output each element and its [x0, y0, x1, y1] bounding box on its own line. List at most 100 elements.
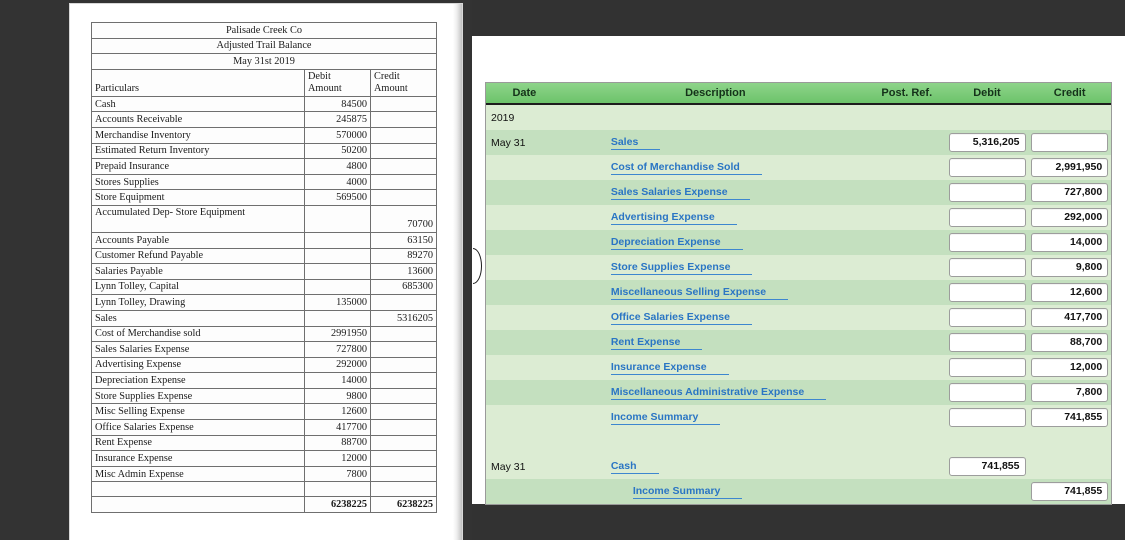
debit-input[interactable]	[948, 258, 1026, 277]
journal-row: Store Supplies Expense 9,800	[486, 255, 1111, 280]
doc-row-debit: 570000	[304, 126, 371, 144]
doc-column-header-row: Particulars Debit Amount Credit Amount	[91, 68, 437, 97]
doc-row-credit	[370, 387, 437, 405]
doc-table-row: Sales Salaries Expense 727800	[91, 341, 437, 358]
doc-row-debit: 9800	[304, 387, 371, 405]
credit-input[interactable]: 14,000	[1031, 233, 1109, 252]
credit-input[interactable]: 741,855	[1031, 482, 1109, 501]
doc-row-particulars: Sales Salaries Expense	[91, 341, 305, 358]
credit-input[interactable]: 7,800	[1031, 383, 1109, 402]
account-link[interactable]: Miscellaneous Administrative Expense	[610, 386, 827, 400]
account-link[interactable]: Income Summary	[632, 485, 743, 499]
credit-input[interactable]: 88,700	[1031, 333, 1109, 352]
credit-empty-cell	[1031, 457, 1108, 476]
journal-cell-description: Cost of Merchandise Sold	[563, 155, 868, 180]
doc-row-particulars: Accounts Payable	[91, 231, 305, 249]
debit-input[interactable]	[948, 233, 1026, 252]
doc-table-row: Customer Refund Payable 89270	[91, 247, 437, 265]
journal-row: Cost of Merchandise Sold 2,991,950	[486, 155, 1111, 180]
journal-cell-post-ref	[868, 305, 946, 330]
debit-input[interactable]: 741,855	[948, 457, 1026, 476]
journal-row: Miscellaneous Selling Expense 12,600	[486, 280, 1111, 305]
debit-input[interactable]	[948, 183, 1026, 202]
journal-cell-description: Miscellaneous Administrative Expense	[563, 380, 868, 405]
journal-cell-debit	[946, 380, 1029, 405]
document-page-edge	[453, 4, 462, 540]
doc-title-row: Palisade Creek Co	[91, 22, 437, 39]
debit-input[interactable]	[948, 308, 1026, 327]
debit-input[interactable]	[948, 333, 1026, 352]
account-link[interactable]: Cash	[610, 460, 659, 474]
credit-input[interactable]	[1031, 133, 1109, 152]
doc-company-name: Palisade Creek Co	[91, 22, 437, 39]
journal-row: Miscellaneous Administrative Expense 7,8…	[486, 380, 1111, 405]
journal-cell-description: Miscellaneous Selling Expense	[563, 280, 868, 305]
journal-cell-description	[563, 430, 868, 454]
column-header-post-ref: Post. Ref.	[881, 87, 933, 99]
debit-input[interactable]	[948, 358, 1026, 377]
debit-input[interactable]	[948, 408, 1026, 427]
doc-row-credit	[370, 450, 437, 467]
credit-input[interactable]: 292,000	[1031, 208, 1109, 227]
doc-row-particulars: Stores Supplies	[91, 173, 305, 191]
account-link[interactable]: Sales	[610, 136, 661, 150]
credit-input[interactable]: 9,800	[1031, 258, 1109, 277]
journal-row: 2019	[486, 105, 1111, 130]
doc-table-row: Rent Expense 88700	[91, 434, 437, 452]
journal-cell-post-ref	[868, 230, 946, 255]
journal-row: Office Salaries Expense 417,700	[486, 305, 1111, 330]
doc-table-row: Cash 84500	[91, 95, 437, 113]
doc-row-credit	[370, 111, 437, 128]
journal-cell-post-ref	[868, 255, 946, 280]
debit-input[interactable]	[948, 158, 1026, 177]
debit-input[interactable]	[948, 208, 1026, 227]
doc-row-credit: 63150	[370, 231, 437, 249]
journal-row: Income Summary 741,855	[486, 479, 1111, 504]
account-link[interactable]: Cost of Merchandise Sold	[610, 161, 762, 175]
doc-row-particulars: Sales	[91, 309, 305, 327]
debit-empty-cell	[949, 482, 1026, 501]
account-link[interactable]: Office Salaries Expense	[610, 311, 752, 325]
account-link[interactable]: Depreciation Expense	[610, 236, 743, 250]
doc-table-row: Merchandise Inventory 570000	[91, 126, 437, 144]
account-link[interactable]: Miscellaneous Selling Expense	[610, 286, 789, 300]
doc-table-row: Misc Selling Expense 12600	[91, 403, 437, 421]
adjusted-trial-balance-table: Palisade Creek Co Adjusted Trail Balance M…	[91, 22, 437, 513]
journal-cell-debit: 5,316,205	[946, 130, 1029, 155]
doc-row-credit	[370, 325, 437, 343]
debit-input[interactable]: 5,316,205	[948, 133, 1026, 152]
debit-input[interactable]	[948, 383, 1026, 402]
screenshot-root: Palisade Creek Co Adjusted Trail Balance M…	[0, 0, 1125, 540]
scanned-document-page: Palisade Creek Co Adjusted Trail Balance M…	[70, 4, 462, 540]
credit-input[interactable]: 417,700	[1031, 308, 1109, 327]
doc-row-particulars: Insurance Expense	[91, 450, 305, 467]
account-link[interactable]: Store Supplies Expense	[610, 261, 753, 275]
account-link[interactable]: Sales Salaries Expense	[610, 186, 750, 200]
journal-cell-debit	[946, 230, 1029, 255]
journal-cell-credit: 2,991,950	[1028, 155, 1111, 180]
account-link[interactable]: Income Summary	[610, 411, 721, 425]
journal-cell-date: May 31	[491, 460, 526, 473]
journal-cell-debit	[946, 280, 1029, 305]
doc-table-row: Accounts Payable 63150	[91, 231, 437, 249]
credit-input[interactable]: 727,800	[1031, 183, 1109, 202]
doc-row-credit: 70700	[370, 204, 437, 233]
credit-input[interactable]: 2,991,950	[1031, 158, 1109, 177]
journal-row: Rent Expense 88,700	[486, 330, 1111, 355]
account-link[interactable]: Advertising Expense	[610, 211, 737, 225]
credit-input[interactable]: 12,600	[1031, 283, 1109, 302]
doc-row-particulars: Customer Refund Payable	[91, 247, 305, 265]
doc-table-row: Insurance Expense 12000	[91, 450, 437, 467]
credit-empty-cell	[1031, 108, 1108, 127]
credit-input[interactable]: 12,000	[1031, 358, 1109, 377]
doc-row-credit	[370, 372, 437, 389]
debit-input[interactable]	[948, 283, 1026, 302]
doc-row-debit: 50200	[304, 142, 371, 160]
doc-blank-cell	[304, 481, 371, 498]
doc-row-credit	[370, 341, 437, 358]
doc-row-credit	[370, 465, 437, 483]
account-link[interactable]: Rent Expense	[610, 336, 703, 350]
journal-cell-credit: 12,000	[1028, 355, 1111, 380]
account-link[interactable]: Insurance Expense	[610, 361, 729, 375]
credit-input[interactable]: 741,855	[1031, 408, 1109, 427]
